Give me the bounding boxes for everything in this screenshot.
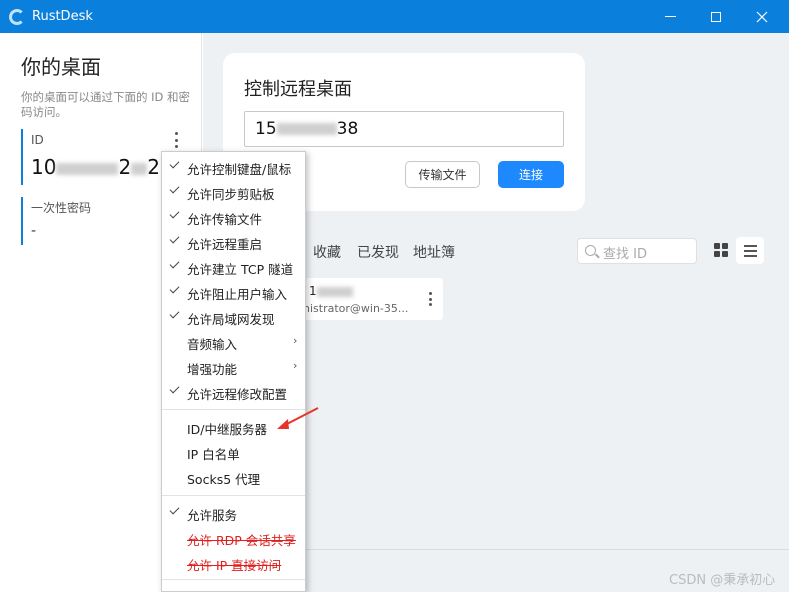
tab-address-book[interactable]: 地址簿 <box>413 242 455 262</box>
transfer-file-button[interactable]: 传输文件 <box>405 161 480 188</box>
watermark: CSDN @秉承初心 <box>669 573 776 588</box>
your-desktop-heading: 你的桌面 <box>21 55 101 79</box>
your-desktop-description: 你的桌面可以通过下面的 ID 和密码访问。 <box>21 90 191 119</box>
menu-item-allow-remote-restart[interactable]: 允许远程重启 <box>162 230 305 255</box>
search-input[interactable]: 查找 ID <box>577 238 697 264</box>
redacted-blur <box>276 123 337 135</box>
menu-item-allow-file-transfer[interactable]: 允许传输文件 <box>162 205 305 230</box>
id-label: ID <box>31 133 44 147</box>
rustdesk-logo-icon <box>9 9 25 25</box>
redacted-blur <box>131 162 148 175</box>
check-icon <box>169 308 180 319</box>
check-icon <box>169 158 180 169</box>
peer-more-button[interactable] <box>427 292 433 306</box>
search-placeholder: 查找 ID <box>603 247 647 262</box>
search-icon <box>585 245 596 256</box>
grid-view-button[interactable] <box>708 237 734 263</box>
menu-item-socks5-proxy[interactable]: Socks5 代理 <box>162 465 305 490</box>
maximize-icon <box>711 11 721 22</box>
menu-item-audio-input[interactable]: 音频输入 › <box>162 330 305 355</box>
check-icon <box>169 208 180 219</box>
check-icon <box>169 383 180 394</box>
connect-button[interactable]: 连接 <box>498 161 564 188</box>
annotation-arrow-icon <box>277 407 319 429</box>
remote-id-input[interactable]: 15 38 <box>244 111 564 147</box>
menu-separator <box>162 495 305 496</box>
chevron-right-icon: › <box>293 359 298 372</box>
peer-card[interactable]: 1 nistrator@win-35... <box>287 278 443 320</box>
check-icon <box>169 183 180 194</box>
window-title: RustDesk <box>32 9 93 24</box>
menu-item-allow-service[interactable]: 允许服务 <box>162 501 305 526</box>
chevron-right-icon: › <box>293 334 298 347</box>
menu-item-allow-clipboard[interactable]: 允许同步剪贴板 <box>162 180 305 205</box>
id-value[interactable]: 10 2 2 <box>31 155 160 179</box>
list-view-button[interactable] <box>736 237 764 264</box>
menu-item-allow-keyboard-mouse[interactable]: 允许控制键盘/鼠标 <box>162 155 305 180</box>
maximize-button[interactable] <box>693 0 739 33</box>
check-icon <box>169 258 180 269</box>
menu-item-allow-tcp-tunnel[interactable]: 允许建立 TCP 隧道 <box>162 255 305 280</box>
close-button[interactable] <box>739 0 785 33</box>
redacted-blur <box>316 286 353 297</box>
minimize-button[interactable] <box>647 0 693 33</box>
control-remote-title: 控制远程桌面 <box>244 79 352 100</box>
check-icon <box>169 283 180 294</box>
password-label: 一次性密码 <box>31 201 92 215</box>
menu-item-allow-block-input[interactable]: 允许阻止用户输入 <box>162 280 305 305</box>
redacted-blur <box>56 162 119 175</box>
check-icon <box>169 233 180 244</box>
id-more-button[interactable] <box>170 132 182 148</box>
minimize-icon <box>664 16 676 17</box>
tab-discovered[interactable]: 已发现 <box>357 242 399 262</box>
menu-separator <box>162 579 305 580</box>
id-options-menu: 允许控制键盘/鼠标 允许同步剪贴板 允许传输文件 允许远程重启 允许建立 TCP… <box>161 151 306 592</box>
peer-name: nistrator@win-35... <box>303 302 409 315</box>
menu-item-allow-direct-ip[interactable]: 允许 IP 直接访问 <box>162 551 305 576</box>
menu-item-allow-remote-config[interactable]: 允许远程修改配置 <box>162 380 305 405</box>
close-icon <box>756 11 768 22</box>
menu-item-enhancements[interactable]: 增强功能 › <box>162 355 305 380</box>
tab-favorites[interactable]: 收藏 <box>313 242 341 262</box>
password-value[interactable]: - <box>31 223 36 239</box>
menu-item-allow-lan-discovery[interactable]: 允许局域网发现 <box>162 305 305 330</box>
menu-item-allow-rdp-share[interactable]: 允许 RDP 会话共享 <box>162 526 305 551</box>
title-bar: RustDesk <box>0 0 789 33</box>
menu-item-ip-whitelist[interactable]: IP 白名单 <box>162 440 305 465</box>
peer-id: 1 <box>309 284 353 298</box>
check-icon <box>169 504 180 515</box>
